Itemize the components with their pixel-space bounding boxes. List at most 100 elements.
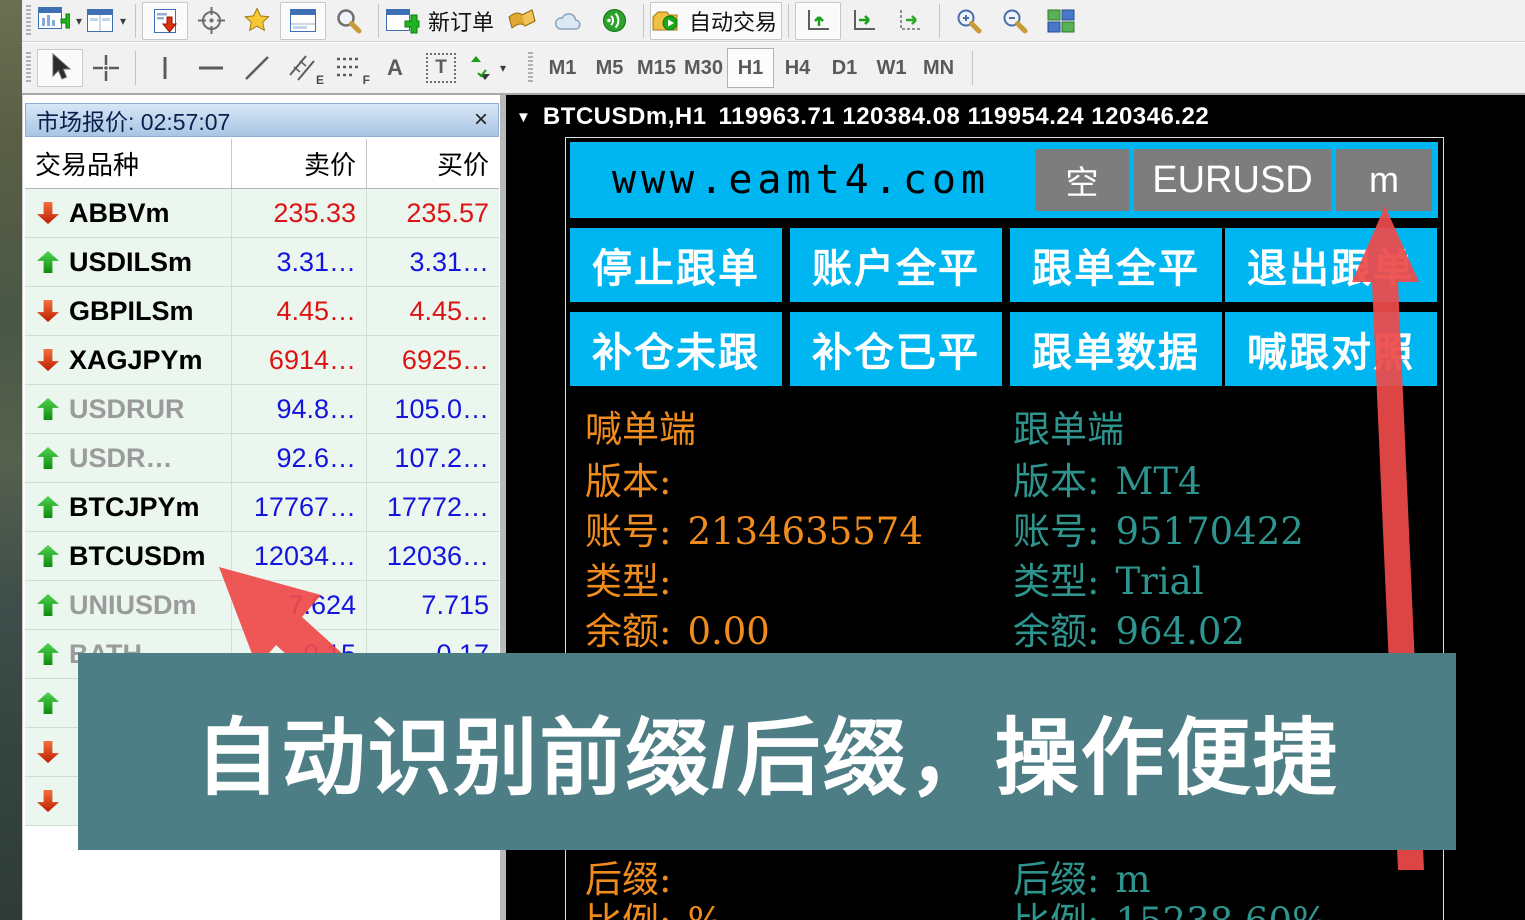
new-order-button[interactable]: 新订单 bbox=[385, 2, 499, 40]
table-row[interactable]: XAGJPYm6914…6925… bbox=[25, 336, 499, 385]
trendline-icon bbox=[242, 53, 272, 83]
cloud-icon bbox=[553, 9, 583, 33]
suffix-button[interactable]: m bbox=[1336, 149, 1432, 211]
trend-up-icon bbox=[37, 692, 59, 714]
follower-version: 版本:MT4 bbox=[1013, 460, 1202, 504]
terminal-button[interactable] bbox=[280, 2, 326, 40]
chevron-down-icon: ▾ bbox=[120, 14, 126, 28]
table-row[interactable]: GBPILSm4.45…4.45… bbox=[25, 287, 499, 336]
trend-up-icon bbox=[37, 251, 59, 273]
column-ask[interactable]: 买价 bbox=[366, 139, 499, 188]
timeframe-d1[interactable]: D1 bbox=[821, 48, 868, 88]
compass-crosshair-icon bbox=[198, 7, 225, 34]
strategy-tester-button[interactable] bbox=[326, 2, 372, 40]
trend-up-icon bbox=[37, 545, 59, 567]
metaeditor-button[interactable] bbox=[499, 2, 545, 40]
toolbar-drag-handle[interactable] bbox=[26, 52, 31, 84]
refill-closed-button[interactable]: 补仓已平 bbox=[790, 312, 1002, 386]
table-row[interactable]: BTCUSDm12034…12036… bbox=[25, 532, 499, 581]
direction-button[interactable]: 空 bbox=[1035, 149, 1129, 211]
autotrading-button[interactable]: 自动交易 bbox=[650, 2, 782, 40]
zoom-in-button[interactable] bbox=[946, 2, 992, 40]
vertical-line-tool-button[interactable] bbox=[142, 49, 188, 87]
market-watch-toggle-button[interactable] bbox=[142, 2, 188, 40]
timeframe-m15[interactable]: M15 bbox=[633, 48, 680, 88]
follower-title: 跟单端 bbox=[1013, 408, 1124, 452]
label-tool-button[interactable]: T bbox=[418, 49, 464, 87]
table-row[interactable]: UNIUSDm7.6247.715 bbox=[25, 581, 499, 630]
profiles-button[interactable]: ▾ bbox=[83, 2, 129, 40]
collapse-triangle-icon[interactable]: ▼ bbox=[516, 109, 531, 126]
chart-offset-button[interactable] bbox=[887, 2, 933, 40]
toolbar-line-studies: E F A T ▾ M1 M5 M15 M30 H1 H4 D1 W1 MN bbox=[22, 43, 1525, 95]
data-window-button[interactable] bbox=[188, 2, 234, 40]
text-tool-button[interactable]: A bbox=[372, 49, 418, 87]
timeframe-mn[interactable]: MN bbox=[915, 48, 962, 88]
timeframe-m5[interactable]: M5 bbox=[586, 48, 633, 88]
sonar-icon bbox=[601, 7, 628, 34]
ea-website-label: www.eamt4.com bbox=[612, 142, 990, 218]
timeframe-m1[interactable]: M1 bbox=[539, 48, 586, 88]
fibonacci-letter: F bbox=[363, 73, 370, 87]
timeframe-h1[interactable]: H1 bbox=[727, 48, 774, 88]
follow-data-button[interactable]: 跟单数据 bbox=[1010, 312, 1222, 386]
horizontal-line-tool-button[interactable] bbox=[188, 49, 234, 87]
column-bid[interactable]: 卖价 bbox=[231, 139, 366, 188]
market-watch-titlebar[interactable]: 市场报价: 02:57:07 × bbox=[25, 103, 499, 137]
magnifier-icon bbox=[335, 7, 363, 35]
text-tool-icon: A bbox=[387, 55, 403, 81]
chart-symbol-period: BTCUSDm,H1 bbox=[543, 103, 707, 131]
fibonacci-icon bbox=[334, 53, 364, 83]
trend-down-icon bbox=[37, 300, 59, 322]
refill-unfollowed-button[interactable]: 补仓未跟 bbox=[570, 312, 782, 386]
close-all-follow-button[interactable]: 跟单全平 bbox=[1010, 228, 1222, 302]
table-row[interactable]: USDILSm3.31…3.31… bbox=[25, 238, 499, 287]
ea-panel-header: www.eamt4.com 空 EURUSD m bbox=[570, 142, 1438, 218]
timeframe-h4[interactable]: H4 bbox=[774, 48, 821, 88]
crosshair-tool-button[interactable] bbox=[83, 49, 129, 87]
toolbar-separator bbox=[939, 4, 940, 38]
timeframe-w1[interactable]: W1 bbox=[868, 48, 915, 88]
new-order-label: 新订单 bbox=[424, 5, 498, 37]
follower-suffix: 后缀:m bbox=[1013, 858, 1151, 902]
new-chart-button[interactable]: ▾ bbox=[37, 2, 83, 40]
trendline-tool-button[interactable] bbox=[234, 49, 280, 87]
zoom-out-button[interactable] bbox=[992, 2, 1038, 40]
master-suffix: 后缀: bbox=[585, 858, 687, 902]
trend-up-icon bbox=[37, 496, 59, 518]
arrows-tool-button[interactable]: ▾ bbox=[464, 49, 510, 87]
table-row[interactable]: USDRUR94.8…105.0… bbox=[25, 385, 499, 434]
trend-up-icon bbox=[37, 398, 59, 420]
new-order-icon bbox=[386, 7, 420, 35]
close-all-account-button[interactable]: 账户全平 bbox=[790, 228, 1002, 302]
cursor-icon bbox=[47, 53, 73, 83]
channel-tool-button[interactable]: E bbox=[280, 49, 326, 87]
trend-up-icon bbox=[37, 447, 59, 469]
news-sonar-button[interactable] bbox=[591, 2, 637, 40]
timeframe-m30[interactable]: M30 bbox=[680, 48, 727, 88]
column-symbol[interactable]: 交易品种 bbox=[25, 139, 231, 188]
symbol-button[interactable]: EURUSD bbox=[1134, 149, 1331, 211]
terminal-window-icon bbox=[289, 8, 317, 34]
navigator-button[interactable] bbox=[234, 2, 280, 40]
table-row[interactable]: BTCJPYm17767…17772… bbox=[25, 483, 499, 532]
fibonacci-tool-button[interactable]: F bbox=[326, 49, 372, 87]
profiles-icon bbox=[86, 8, 114, 34]
compare-button[interactable]: 喊跟对照 bbox=[1225, 312, 1437, 386]
book-icon bbox=[507, 8, 537, 34]
chart-shift-button[interactable] bbox=[795, 2, 841, 40]
cloud-button[interactable] bbox=[545, 2, 591, 40]
stop-follow-button[interactable]: 停止跟单 bbox=[570, 228, 782, 302]
table-row[interactable]: ABBVm235.33235.57 bbox=[25, 189, 499, 238]
table-row[interactable]: USDR…92.6…107.2… bbox=[25, 434, 499, 483]
market-watch-icon bbox=[152, 8, 178, 34]
cursor-tool-button[interactable] bbox=[37, 49, 83, 87]
tile-windows-button[interactable] bbox=[1038, 2, 1084, 40]
chart-autoscroll-button[interactable] bbox=[841, 2, 887, 40]
toolbar-drag-handle[interactable] bbox=[528, 52, 533, 84]
crosshair-icon bbox=[91, 53, 121, 83]
exit-follow-button[interactable]: 退出跟单 bbox=[1225, 228, 1437, 302]
close-icon[interactable]: × bbox=[474, 108, 488, 132]
toolbar-drag-handle[interactable] bbox=[26, 5, 31, 37]
toolbar-separator bbox=[788, 4, 789, 38]
